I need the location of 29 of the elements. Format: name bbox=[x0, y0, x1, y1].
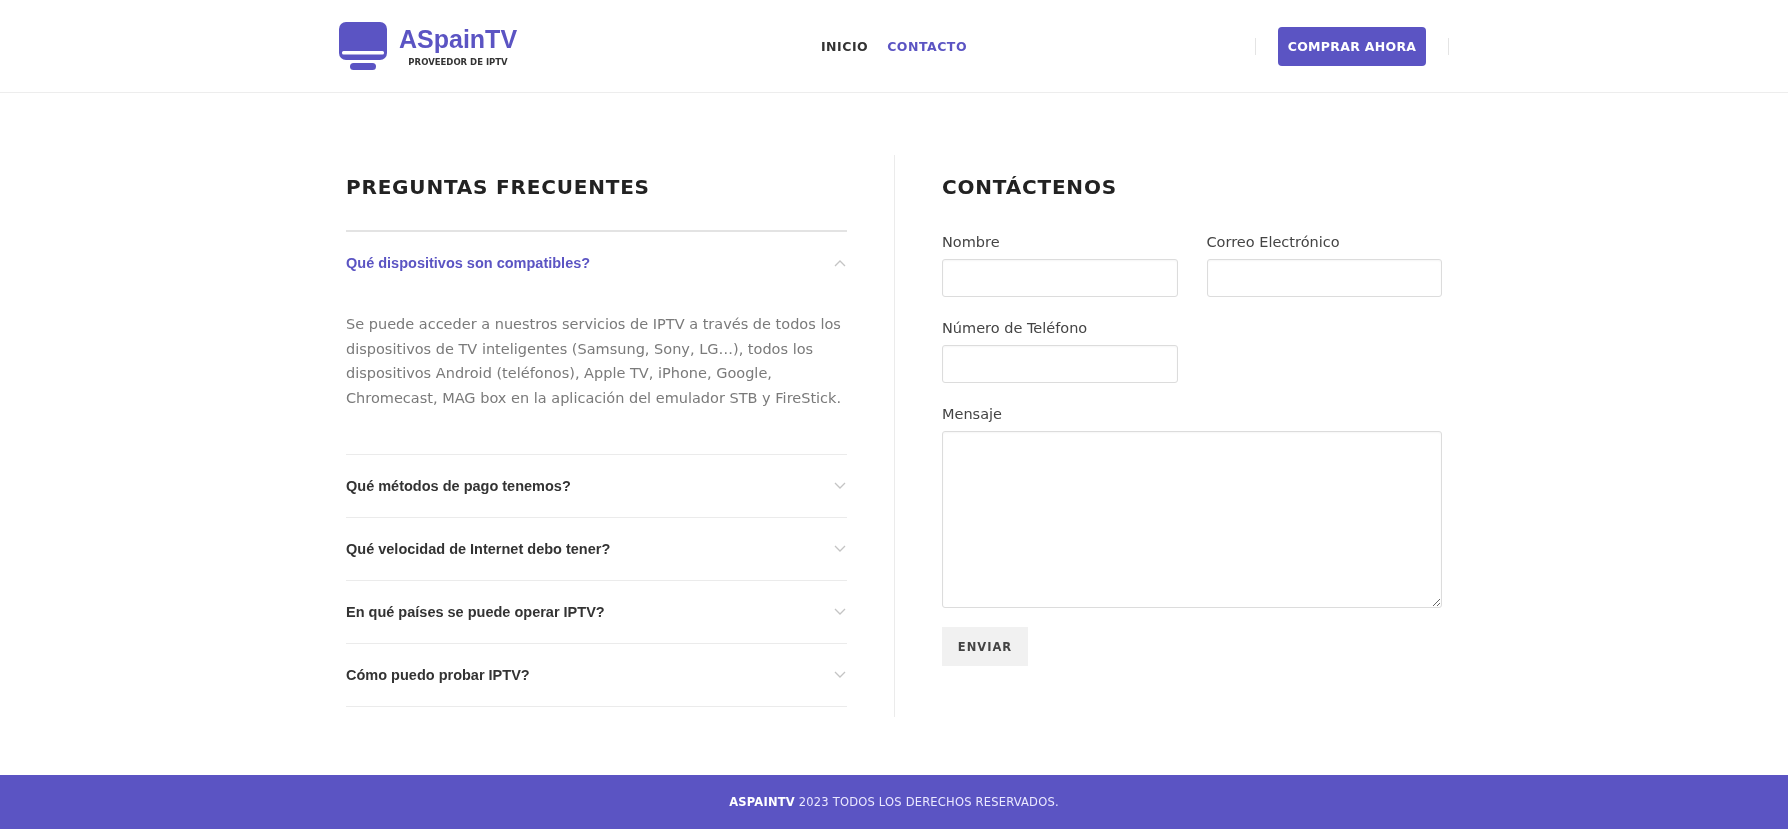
input-field[interactable] bbox=[942, 345, 1178, 383]
faq-question[interactable]: Qué métodos de pago tenemos? bbox=[346, 455, 847, 517]
nav-link[interactable]: CONTACTO bbox=[887, 38, 967, 54]
brand-tagline: PROVEEDOR DE IPTV bbox=[408, 57, 508, 67]
faq-question[interactable]: Qué velocidad de Internet debo tener? bbox=[346, 518, 847, 580]
input-field[interactable] bbox=[1206, 259, 1442, 297]
chevron-down-icon bbox=[834, 545, 846, 553]
input-field[interactable] bbox=[942, 259, 1178, 297]
chevron-down-icon bbox=[834, 671, 846, 679]
copyright-text: ASPAINTV 2023 TODOS LOS DERECHOS RESERVADOS. bbox=[729, 795, 1059, 809]
tv-icon bbox=[339, 22, 387, 70]
chevron-down-icon bbox=[834, 482, 846, 490]
nav-link[interactable]: INICIO bbox=[820, 38, 869, 54]
field-label: Correo Electrónico bbox=[1206, 233, 1341, 252]
buy-now-button[interactable]: COMPRAR AHORA bbox=[1278, 26, 1426, 66]
message-field[interactable] bbox=[942, 431, 1442, 608]
chevron-down-icon bbox=[834, 608, 846, 616]
section-title: CONTÁCTENOS bbox=[942, 175, 1118, 199]
field-label: Mensaje bbox=[942, 405, 1003, 424]
field-label: Número de Teléfono bbox=[942, 319, 1089, 338]
faq-question[interactable]: En qué países se puede operar IPTV? bbox=[346, 581, 847, 643]
faq-question[interactable]: Cómo puedo probar IPTV? bbox=[346, 644, 847, 706]
section-title: PREGUNTAS FRECUENTES bbox=[346, 175, 651, 199]
faq-question[interactable]: Qué dispositivos son compatibles? bbox=[346, 232, 847, 294]
brand-name: ASpainTV bbox=[399, 25, 518, 53]
faq-answer: Se puede acceder a nuestros servicios de IPTV a través de todos los dispositivos de TV inteligentes (Samsung, Sony, LG…), todos los dispositivos Android (teléfonos), Apple TV, iPhone, Google, Chromecast, MAG box en la aplicación del emulador STB y FireStick. bbox=[346, 315, 843, 408]
send-button[interactable]: ENVIAR bbox=[942, 627, 1028, 666]
chevron-up-icon bbox=[834, 259, 846, 267]
field-label: Nombre bbox=[942, 233, 1001, 252]
